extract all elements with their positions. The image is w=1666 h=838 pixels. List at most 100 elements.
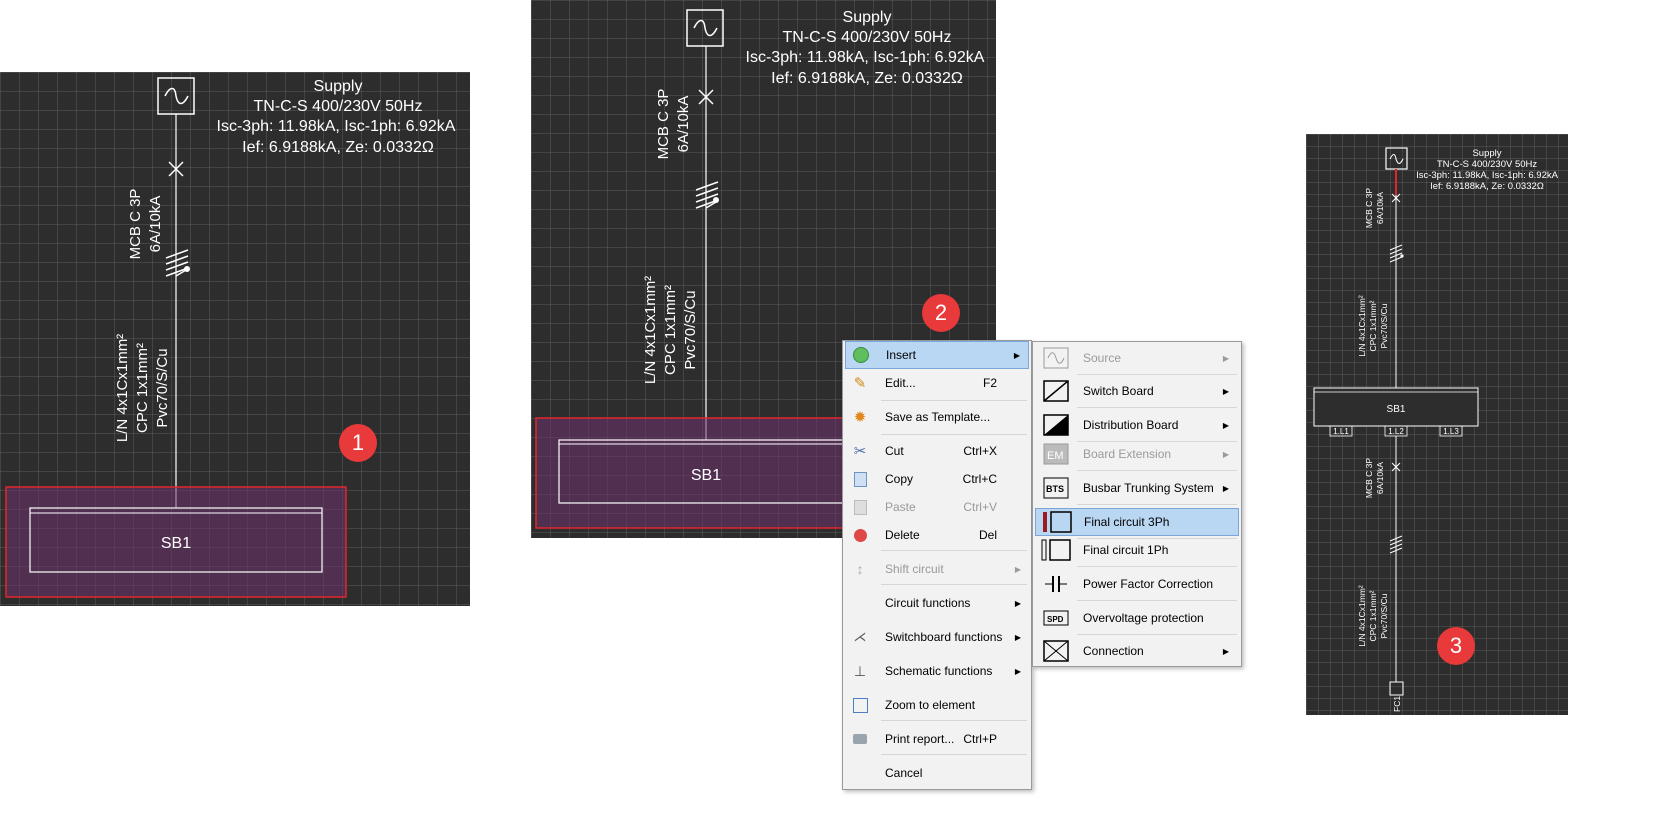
distribution-board-icon — [1041, 413, 1071, 437]
menu-item-copy[interactable]: Copy Ctrl+C — [845, 465, 1029, 493]
supply-system: TN-C-S 400/230V 50Hz — [783, 29, 952, 46]
fc-breaker-type: MCB C 3P — [1364, 458, 1374, 498]
menu-separator — [881, 754, 1027, 755]
cable-ticks-icon — [1389, 244, 1404, 263]
final-circuit-fc1[interactable] — [1389, 681, 1404, 696]
menu-separator — [881, 550, 1027, 551]
cut-icon: ✂ — [853, 443, 867, 460]
submenu-item-label: Switch Board — [1083, 384, 1154, 398]
menu-item-delete[interactable]: Delete Del — [845, 521, 1029, 549]
menu-item-edit[interactable]: ✎ Edit... F2 — [845, 369, 1029, 397]
supply-ief: Ief: 6.9188kA, Ze: 0.0332Ω — [771, 70, 963, 87]
fc-cable-line1: L/N 4x1Cx1mm² — [1357, 585, 1367, 647]
menu-separator — [881, 720, 1027, 721]
menu-item-label: Edit... — [885, 376, 916, 390]
submenu-item-board-extension: EM Board Extension ▶ — [1035, 440, 1239, 468]
cable-ticks-icon — [695, 181, 719, 209]
submenu-item-switch-board[interactable]: Switch Board ▶ — [1035, 377, 1239, 405]
print-icon — [849, 728, 871, 750]
supply-ief: Ief: 6.9188kA, Ze: 0.0332Ω — [242, 139, 434, 156]
submenu-item-label: Busbar Trunking System — [1083, 481, 1214, 495]
supply-ief: Ief: 6.9188kA, Ze: 0.0332Ω — [1430, 181, 1544, 192]
fc-cable-line2: CPC 1x1mm² — [1368, 590, 1378, 641]
menu-item-paste: Paste Ctrl+V — [845, 493, 1029, 521]
submenu-arrow-icon: ▶ — [1222, 353, 1229, 363]
supply-isc: Isc-3ph: 11.98kA, Isc-1ph: 6.92kA — [217, 118, 456, 135]
supply-isc: Isc-3ph: 11.98kA, Isc-1ph: 6.92kA — [746, 49, 985, 66]
menu-item-switchboard-functions[interactable]: ⋌ Switchboard functions ▶ — [845, 623, 1029, 651]
switch-board-icon — [1041, 379, 1071, 403]
board-name: SB1 — [1387, 404, 1406, 415]
sine-icon — [164, 87, 189, 105]
paste-icon — [849, 496, 871, 518]
schematic-functions-icon: ⊥ — [853, 662, 867, 679]
schematic-1: Supply TN-C-S 400/230V 50Hz Isc-3ph: 11.… — [5, 77, 456, 598]
save-template-icon: ✹ — [853, 409, 867, 426]
submenu-item-overvoltage-protection[interactable]: SPD Overvoltage protection — [1035, 604, 1239, 632]
submenu-item-final-circuit-1ph[interactable]: Final circuit 1Ph — [1035, 536, 1239, 564]
breaker-type: MCB C 3P — [1364, 188, 1374, 228]
menu-item-shortcut: Ctrl+P — [963, 732, 997, 746]
supply-title: Supply — [843, 9, 892, 26]
step-badge-3: 3 — [1437, 627, 1475, 665]
submenu-item-label: Board Extension — [1083, 447, 1172, 461]
submenu-arrow-icon: ▶ — [1222, 646, 1229, 656]
submenu-item-power-factor-correction[interactable]: Power Factor Correction — [1035, 570, 1239, 598]
submenu-item-label: Source — [1083, 351, 1122, 365]
final-circuit-name: FC1 — [1392, 696, 1402, 712]
submenu-item-label: Final circuit 1Ph — [1083, 543, 1169, 557]
menu-item-insert[interactable]: Insert ▶ — [845, 341, 1029, 369]
delete-icon — [849, 524, 871, 546]
supply-title: Supply — [314, 78, 363, 95]
menu-item-cancel[interactable]: Cancel — [845, 759, 1029, 787]
submenu-arrow-icon: ▶ — [1222, 483, 1229, 493]
fc-breaker-rating: 6A/10kA — [1375, 462, 1385, 494]
menu-item-shortcut: Ctrl+X — [963, 444, 997, 458]
source-symbol[interactable] — [1385, 147, 1408, 170]
board-extension-icon: EM — [1041, 442, 1071, 466]
submenu-separator — [1077, 407, 1237, 408]
sine-icon — [693, 19, 718, 37]
shift-icon: ↕ — [856, 561, 864, 577]
insert-icon — [850, 344, 872, 366]
schematic-panel-3[interactable]: Supply TN-C-S 400/230V 50Hz Isc-3ph: 11.… — [1306, 134, 1568, 715]
schematic-panel-1[interactable]: Supply TN-C-S 400/230V 50Hz Isc-3ph: 11.… — [0, 72, 470, 606]
phase-terminals: 1.L1 1.L2 1.L3 — [1329, 425, 1463, 437]
cable-ticks-icon — [165, 249, 190, 277]
cable-line2: CPC 1x1mm² — [134, 343, 151, 433]
submenu-item-connection[interactable]: Connection ▶ — [1035, 637, 1239, 665]
menu-item-label: Cancel — [885, 766, 923, 780]
cable-line3: Pvc70/S/Cu — [154, 348, 171, 427]
menu-item-label: Copy — [885, 472, 914, 486]
menu-separator — [881, 584, 1027, 585]
menu-item-shift-circuit: ↕ Shift circuit ▶ — [845, 555, 1029, 583]
menu-item-shortcut: Del — [978, 528, 997, 542]
menu-item-print-report[interactable]: Print report... Ctrl+P — [845, 725, 1029, 753]
menu-separator — [881, 434, 1027, 435]
svg-text:BTS: BTS — [1046, 484, 1064, 494]
submenu-item-distribution-board[interactable]: Distribution Board ▶ — [1035, 411, 1239, 439]
submenu-arrow-icon: ▶ — [1014, 632, 1021, 642]
phase-l1: 1.L1 — [1333, 427, 1349, 436]
supply-title: Supply — [1472, 148, 1501, 159]
menu-item-save-as-template[interactable]: ✹ Save as Template... — [845, 403, 1029, 431]
submenu-item-final-circuit-3ph[interactable]: Final circuit 3Ph — [1035, 508, 1239, 536]
menu-item-circuit-functions[interactable]: Circuit functions ▶ — [845, 589, 1029, 617]
connection-icon — [1041, 639, 1071, 663]
cable-line1: L/N 4x1Cx1mm² — [642, 276, 659, 384]
capacitor-icon — [1041, 572, 1071, 596]
menu-separator — [881, 400, 1027, 401]
board-name: SB1 — [691, 467, 721, 484]
menu-item-label: Print report... — [885, 732, 955, 746]
supply-system: TN-C-S 400/230V 50Hz — [1437, 159, 1538, 170]
step-badge-2: 2 — [922, 294, 960, 332]
menu-item-cut[interactable]: ✂ Cut Ctrl+X — [845, 437, 1029, 465]
submenu-arrow-icon: ▶ — [1222, 449, 1229, 459]
menu-item-zoom-to-element[interactable]: Zoom to element — [845, 691, 1029, 719]
supply-system: TN-C-S 400/230V 50Hz — [254, 98, 423, 115]
menu-item-schematic-functions[interactable]: ⊥ Schematic functions ▶ — [845, 657, 1029, 685]
submenu-item-label: Overvoltage protection — [1083, 611, 1204, 625]
submenu-item-busbar-trunking-system[interactable]: BTS Busbar Trunking System ▶ — [1035, 474, 1239, 502]
menu-item-shortcut: Ctrl+C — [962, 472, 997, 486]
submenu-item-label: Distribution Board — [1083, 418, 1179, 432]
